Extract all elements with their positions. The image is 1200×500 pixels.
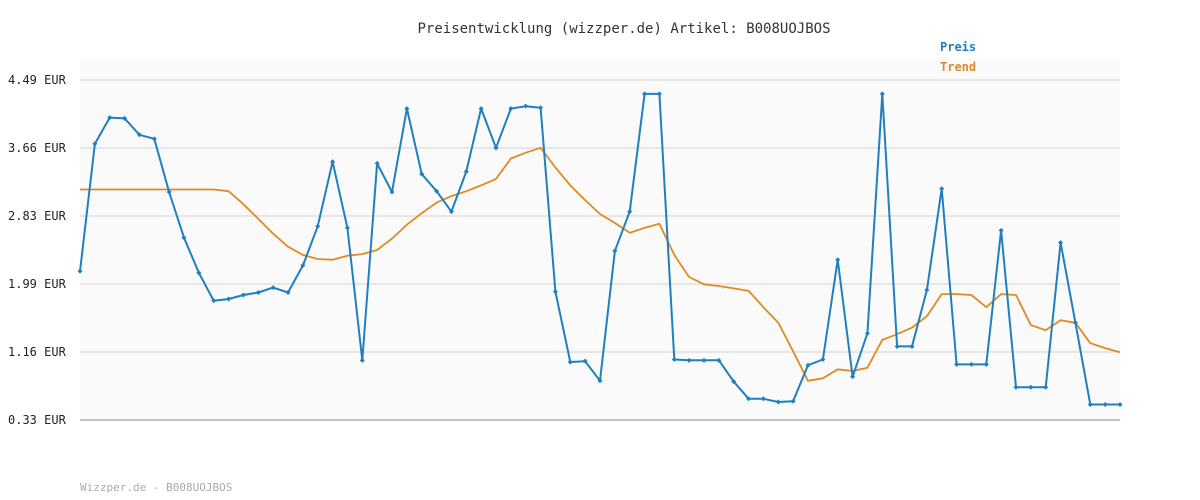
legend-trend: Trend	[940, 60, 976, 74]
y-axis-ticks: 4.49 EUR 3.66 EUR 2.83 EUR 1.99 EUR 1.16 EUR…	[8, 73, 67, 427]
footer-watermark: Wizzper.de - B008UOJBOS	[80, 481, 232, 494]
y-tick-label: 2.83 EUR	[8, 209, 67, 223]
price-chart-svg: 4.49 EUR 3.66 EUR 2.83 EUR 1.99 EUR 1.16 EUR…	[8, 21, 1123, 494]
price-chart: 4.49 EUR 3.66 EUR 2.83 EUR 1.99 EUR 1.16 EUR…	[0, 0, 1200, 500]
y-tick-label: 3.66 EUR	[8, 141, 67, 155]
y-tick-label: 1.99 EUR	[8, 277, 67, 291]
y-tick-label: 4.49 EUR	[8, 73, 67, 87]
chart-title: Preisentwicklung (wizzper.de) Artikel: B…	[417, 21, 830, 37]
y-tick-label: 0.33 EUR	[8, 413, 67, 427]
plot-background	[80, 60, 1120, 420]
legend-preis: Preis	[940, 40, 976, 54]
y-tick-label: 1.16 EUR	[8, 345, 67, 359]
